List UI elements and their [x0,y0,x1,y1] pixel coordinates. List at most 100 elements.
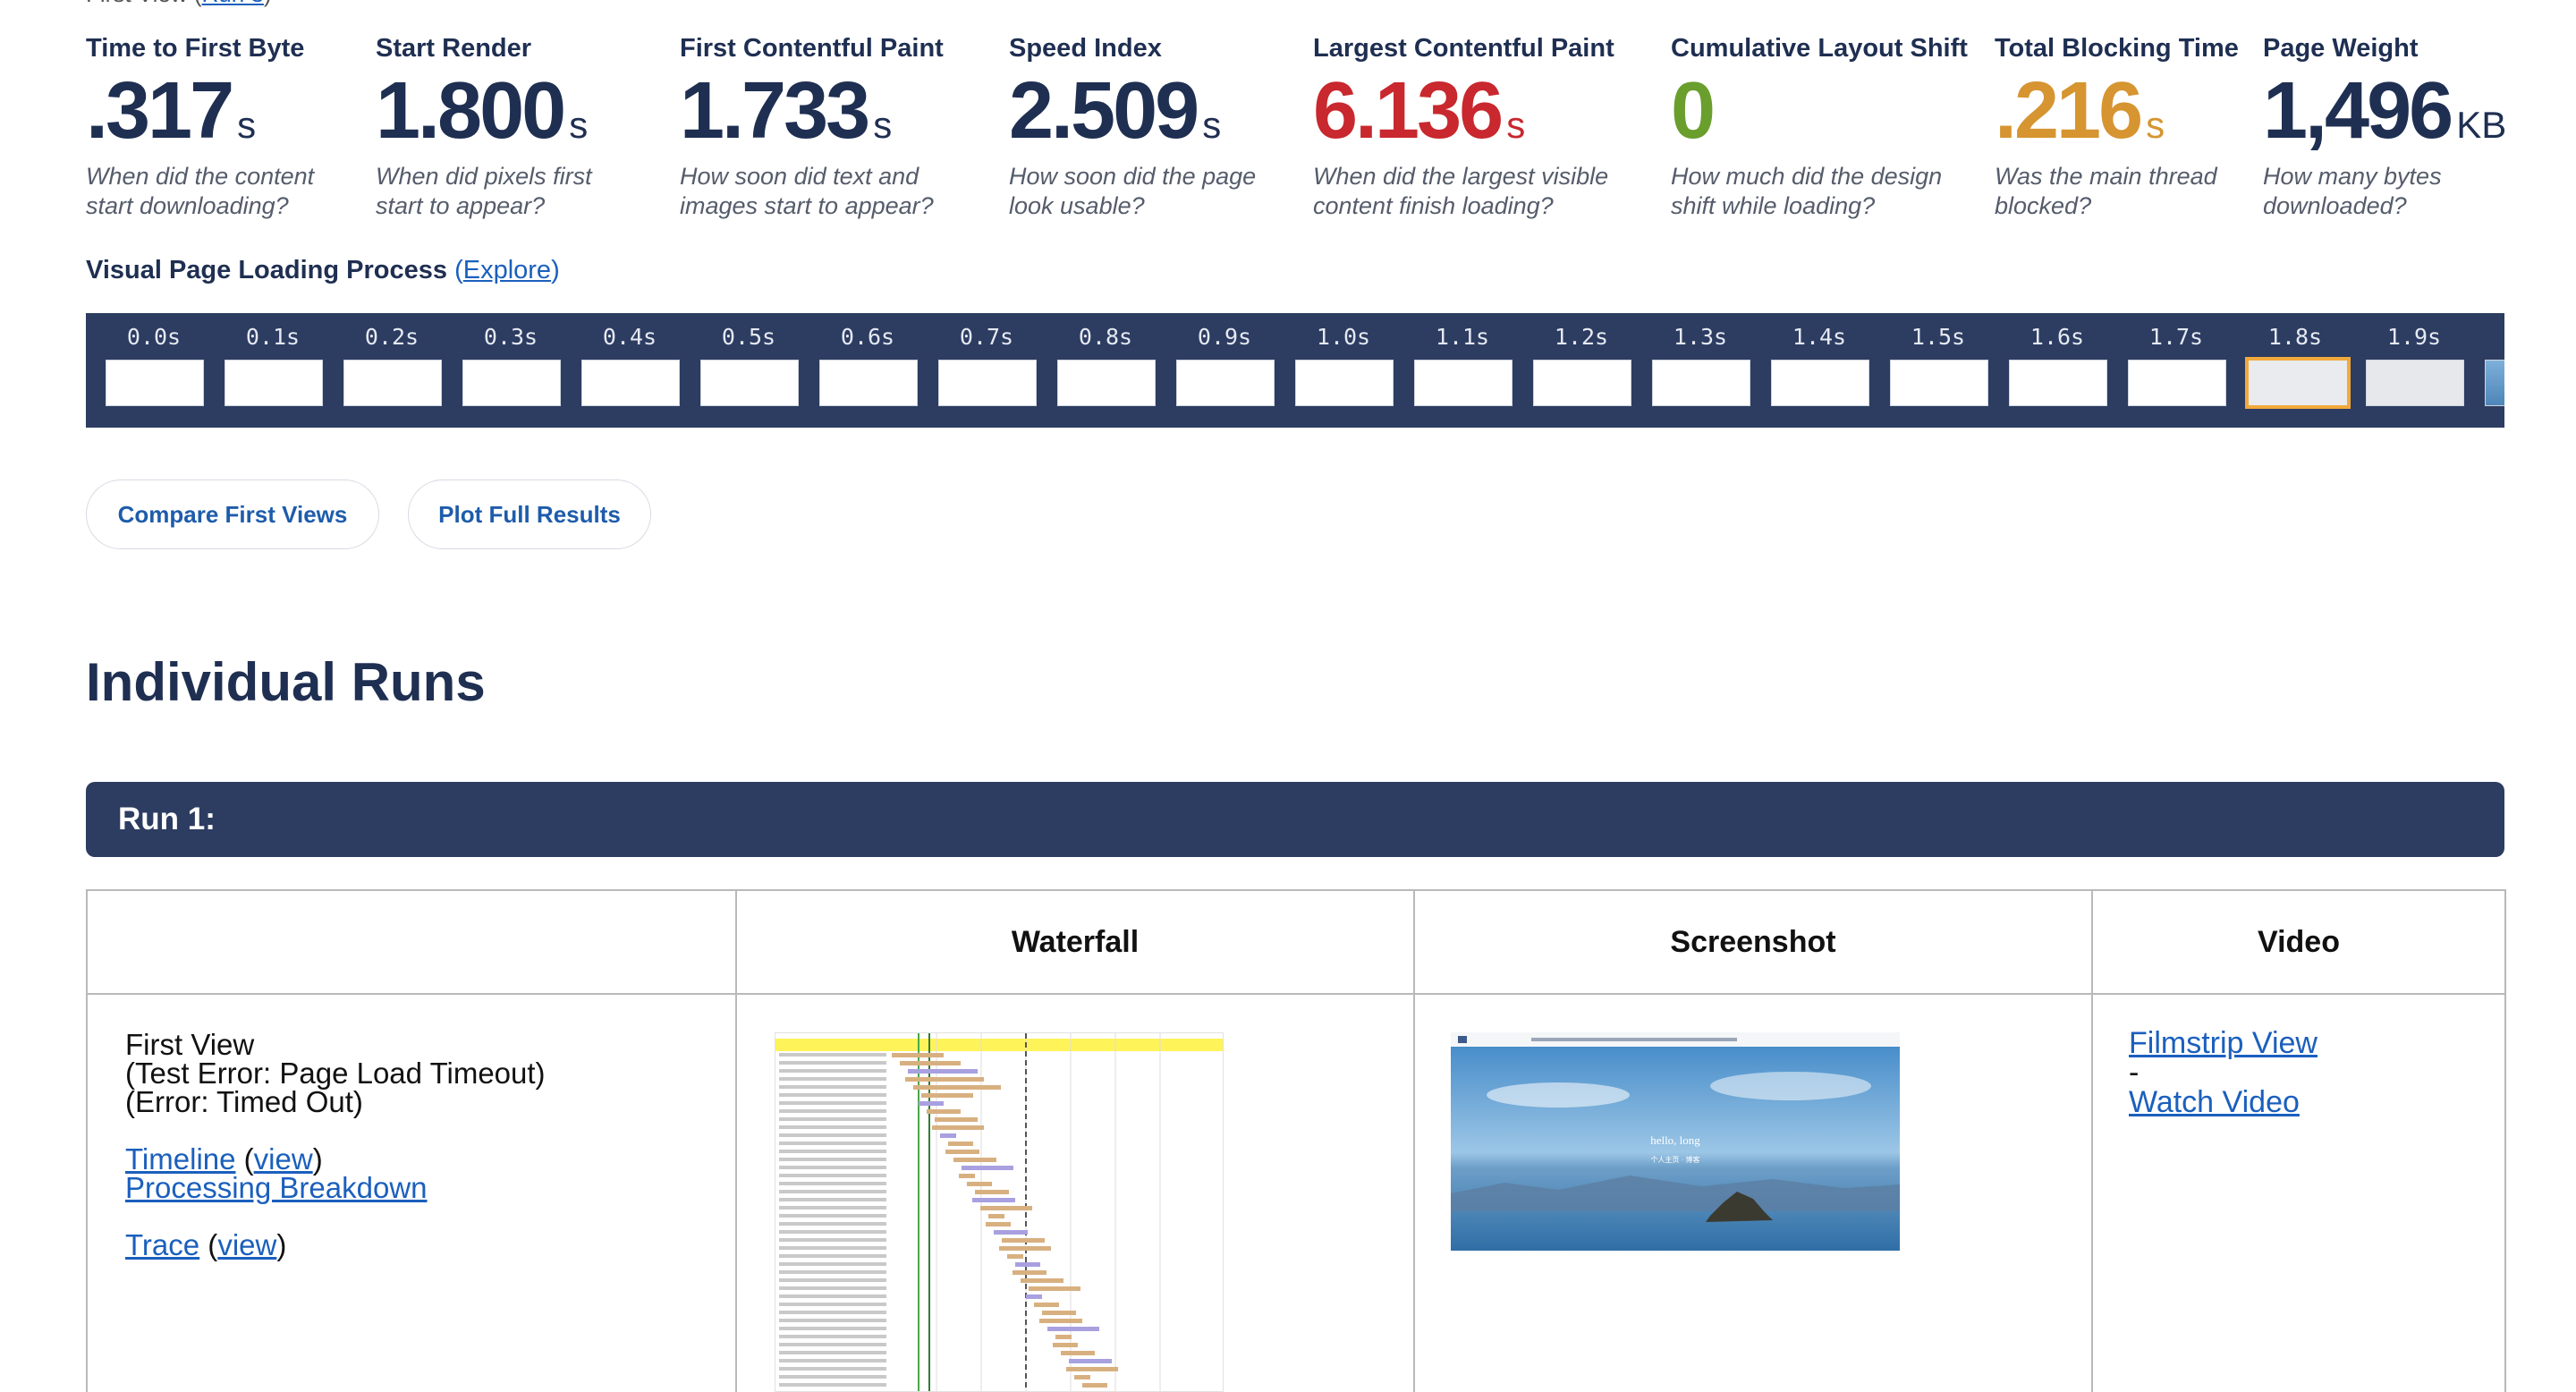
frame-thumbnail[interactable] [2009,360,2107,406]
frame-thumbnail[interactable] [225,360,323,406]
results-table: First View (Test Error: Page Load Timeou… [86,889,2506,1392]
error-text: (Error: Timed Out) [125,1085,363,1118]
screenshot-nav-links [1531,1038,1737,1041]
metric-start-render: Start Render 1.800 s When did pixels firs… [376,34,608,221]
frame-thumbnail[interactable] [343,360,442,406]
metric-description: How soon did text and images start to ap… [680,163,934,219]
frame-time: 1.7s [2148,324,2204,350]
metric-value: 1.733 s [680,71,948,151]
metric-value: 6.136 s [1313,71,1617,151]
frame-thumbnail[interactable] [1414,360,1513,406]
waterfall-column: Waterfall [737,891,1415,1392]
waterfall-url-label [779,1270,886,1274]
header-waterfall: Waterfall [737,891,1413,995]
waterfall-url-label [779,1117,886,1121]
frame-thumbnail[interactable] [1176,360,1275,406]
waterfall-url-label [779,1327,886,1330]
metric-value: .216 s [1995,71,2239,151]
explore-close-paren: ) [551,256,560,284]
filmstrip[interactable]: 0.0s 0.1s 0.2s 0.3s 0.4s 0.5s 0.6s 0.7s 0.8s 0.9s… [86,313,2504,428]
frame-thumbnail[interactable] [2245,357,2351,409]
waterfall-url-label [779,1303,886,1306]
metric-value: 1,496 KB [2263,71,2506,151]
breadcrumb-prefix: First View ( [86,0,202,7]
waterfall-url-label [779,1343,886,1346]
metric-number: 1.733 [680,66,870,156]
watch-row: Watch Video [2129,1085,2318,1119]
metric-label: Time to First Byte [86,34,305,63]
trace-link[interactable]: Trace [125,1228,199,1261]
waterfall-url-label [779,1230,886,1234]
waterfall-url-label [779,1367,886,1371]
waterfall-request-bar [932,1125,984,1130]
header-screenshot: Screenshot [1415,891,2091,995]
run-label: Run 1: [118,802,216,836]
explore-link[interactable]: Explore [463,256,551,284]
screenshot-thumbnail[interactable]: hello, long 个人主页 · 博客 [1451,1032,1900,1251]
frame-thumbnail[interactable] [581,360,680,406]
waterfall-request-bar [959,1174,975,1178]
waterfall-url-label [779,1182,886,1185]
frame-thumbnail[interactable] [1057,360,1156,406]
plot-full-results-button[interactable]: Plot Full Results [408,480,651,549]
waterfall-url-label [779,1286,886,1290]
screenshot-cloud [1710,1072,1871,1100]
frame-time: 0.9s [1197,324,1252,350]
frame-thumbnail[interactable] [2128,360,2226,406]
waterfall-url-label [779,1101,886,1105]
metric-tbt: Total Blocking Time .216 s Was the main t… [1995,34,2239,221]
waterfall-request-bar [999,1246,1051,1251]
waterfall-url-label [779,1077,886,1081]
metric-label: Cumulative Layout Shift [1671,34,1968,63]
frame-thumbnail[interactable] [700,360,799,406]
screenshot-headline: hello, long [1650,1133,1700,1147]
video-column: Video Filmstrip View - Watch Video [2093,891,2506,1392]
metric-label: Start Render [376,34,532,63]
waterfall-thumbnail[interactable] [775,1032,1224,1392]
test-error-text: (Test Error: Page Load Timeout) [125,1057,546,1090]
waterfall-url-label [779,1061,886,1065]
waterfall-url-label [779,1109,886,1113]
frame-thumbnail[interactable] [2485,360,2504,406]
metric-unit: s [1506,104,1526,146]
trace-view-link[interactable]: view [217,1228,276,1261]
processing-breakdown-link[interactable]: Processing Breakdown [125,1171,428,1204]
video-links: Filmstrip View - Watch Video [2129,1026,2318,1119]
frame-thumbnail[interactable] [1771,360,1869,406]
compare-first-views-button[interactable]: Compare First Views [86,480,379,549]
waterfall-request-bar [921,1093,973,1098]
metric-number: 6.136 [1313,66,1504,156]
frame-thumbnail[interactable] [106,360,204,406]
frame-time: 1.2s [1554,324,1609,350]
filmstrip-view-link[interactable]: Filmstrip View [2129,1026,2318,1060]
waterfall-url-label [779,1158,886,1161]
screenshot-column: Screenshot hello, long 个人主页 · 博客 [1415,891,2093,1392]
waterfall-request-bar [1013,1270,1046,1275]
waterfall-url-label [779,1254,886,1258]
waterfall-url-label [779,1222,886,1226]
waterfall-url-label [779,1198,886,1201]
frame-thumbnail[interactable] [1652,360,1750,406]
waterfall-request-bar [1002,1238,1045,1243]
trace-row: Trace (view) [125,1228,287,1261]
frame-thumbnail[interactable] [1295,360,1394,406]
waterfall-request-bar [962,1166,1013,1170]
frame-time: 1.5s [1911,324,1966,350]
header-video: Video [2093,891,2504,995]
frame-thumbnail[interactable] [462,360,561,406]
waterfall-request-bar [1082,1383,1107,1388]
frame-thumbnail[interactable] [2366,360,2464,406]
frame-thumbnail[interactable] [819,360,918,406]
waterfall-url-label [779,1278,886,1282]
frame-thumbnail[interactable] [1533,360,1631,406]
visual-progress-title: Visual Page Loading Process (Explore) [86,256,560,285]
breadcrumb: First View (Run 3) [86,0,272,8]
waterfall-url-label [779,1166,886,1169]
waterfall-request-bar [913,1085,1001,1090]
run-link[interactable]: Run 3 [202,0,264,7]
frame-time: 1.3s [1673,324,1728,350]
screenshot-logo [1458,1036,1467,1043]
frame-thumbnail[interactable] [938,360,1037,406]
watch-video-link[interactable]: Watch Video [2129,1085,2300,1119]
frame-thumbnail[interactable] [1890,360,1988,406]
